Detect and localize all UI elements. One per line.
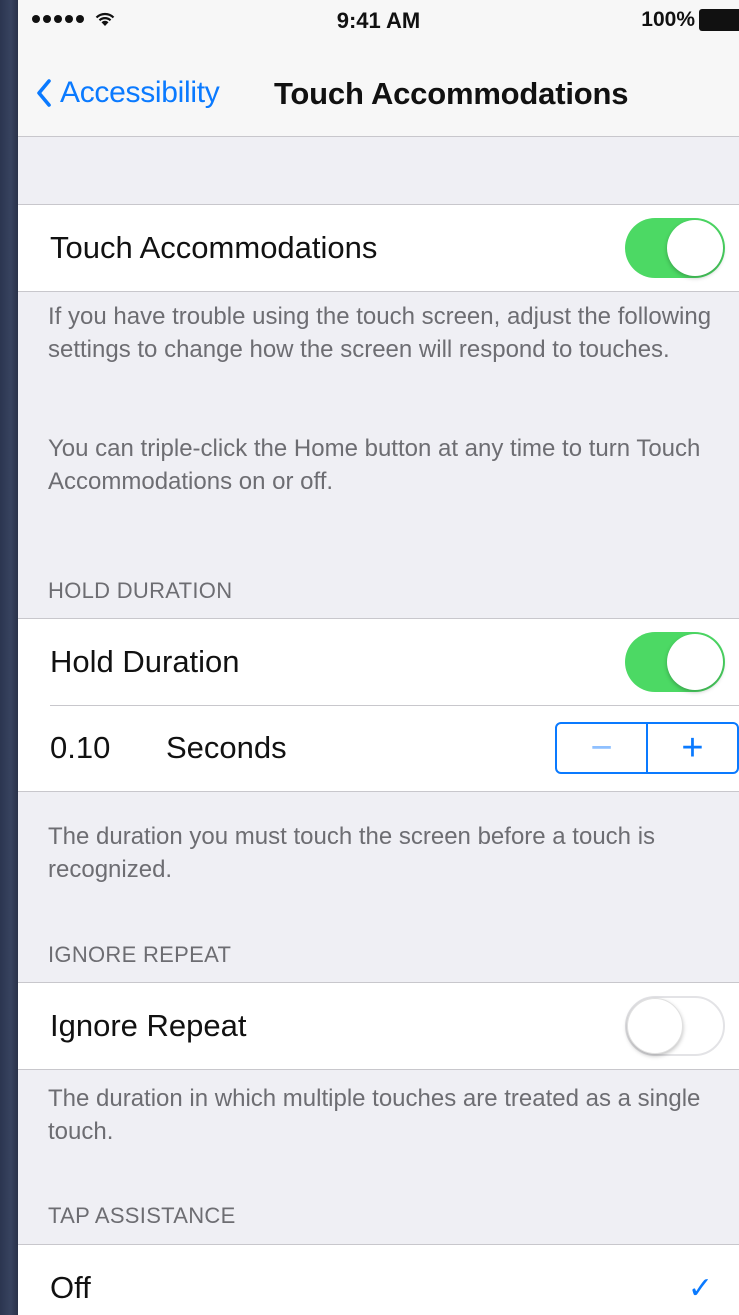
hold-duration-header: HOLD DURATION <box>48 578 233 603</box>
hold-duration-stepper[interactable]: − + <box>555 722 739 774</box>
toggle-knob <box>667 220 723 276</box>
hold-duration-footer: The duration you must touch the screen b… <box>48 823 656 883</box>
hold-duration-value: 0.10 <box>50 730 111 765</box>
ignore-repeat-toggle[interactable] <box>625 996 725 1056</box>
status-bar: 9:41 AM 100% <box>18 0 739 40</box>
option-label: Off <box>50 1270 91 1305</box>
hold-duration-cell: Hold Duration <box>18 619 739 705</box>
hold-duration-value-cell: 0.10 Seconds − + <box>18 705 739 791</box>
hold-duration-toggle[interactable] <box>625 632 725 692</box>
back-button[interactable]: Accessibility <box>36 76 220 110</box>
touch-accommodations-label: Touch Accommodations <box>50 230 378 265</box>
tap-assistance-group: Off ✓ <box>18 1244 739 1315</box>
hold-duration-unit: Seconds <box>166 730 287 765</box>
hold-duration-group: Hold Duration 0.10 Seconds − + <box>18 618 739 792</box>
hold-duration-label: Hold Duration <box>50 644 240 679</box>
touch-accommodations-footer-1: If you have trouble using the touch scre… <box>48 303 712 363</box>
page-title: Touch Accommodations <box>274 76 629 111</box>
tap-assistance-option-off[interactable]: Off ✓ <box>18 1245 739 1315</box>
touch-accommodations-toggle[interactable] <box>625 218 725 278</box>
battery-percent: 100% <box>641 8 695 31</box>
touch-accommodations-cell: Touch Accommodations <box>18 205 739 291</box>
checkmark-icon: ✓ <box>687 1271 713 1305</box>
device-bezel <box>0 0 18 1315</box>
ignore-repeat-label: Ignore Repeat <box>50 1008 247 1043</box>
decrement-button[interactable]: − <box>557 724 648 772</box>
ignore-repeat-group: Ignore Repeat <box>18 982 739 1070</box>
ignore-repeat-footer: The duration in which multiple touches a… <box>48 1085 701 1145</box>
ignore-repeat-header: IGNORE REPEAT <box>48 942 232 967</box>
chevron-left-icon <box>37 79 51 107</box>
touch-accommodations-group: Touch Accommodations <box>18 204 739 292</box>
status-time: 9:41 AM <box>336 8 421 33</box>
settings-screen: 9:41 AM 100% Accessibility Touch Accommo… <box>18 0 739 1315</box>
ignore-repeat-cell: Ignore Repeat <box>18 983 739 1069</box>
touch-accommodations-footer-2: You can triple-click the Home button at … <box>48 435 701 495</box>
battery-icon <box>699 9 739 31</box>
back-label: Accessibility <box>60 76 220 109</box>
toggle-knob <box>627 998 683 1054</box>
increment-button[interactable]: + <box>648 724 737 772</box>
tap-assistance-header: TAP ASSISTANCE <box>48 1203 236 1228</box>
navigation-bar: Accessibility Touch Accommodations <box>18 40 739 137</box>
status-right: 100% <box>641 8 739 32</box>
toggle-knob <box>667 634 723 690</box>
